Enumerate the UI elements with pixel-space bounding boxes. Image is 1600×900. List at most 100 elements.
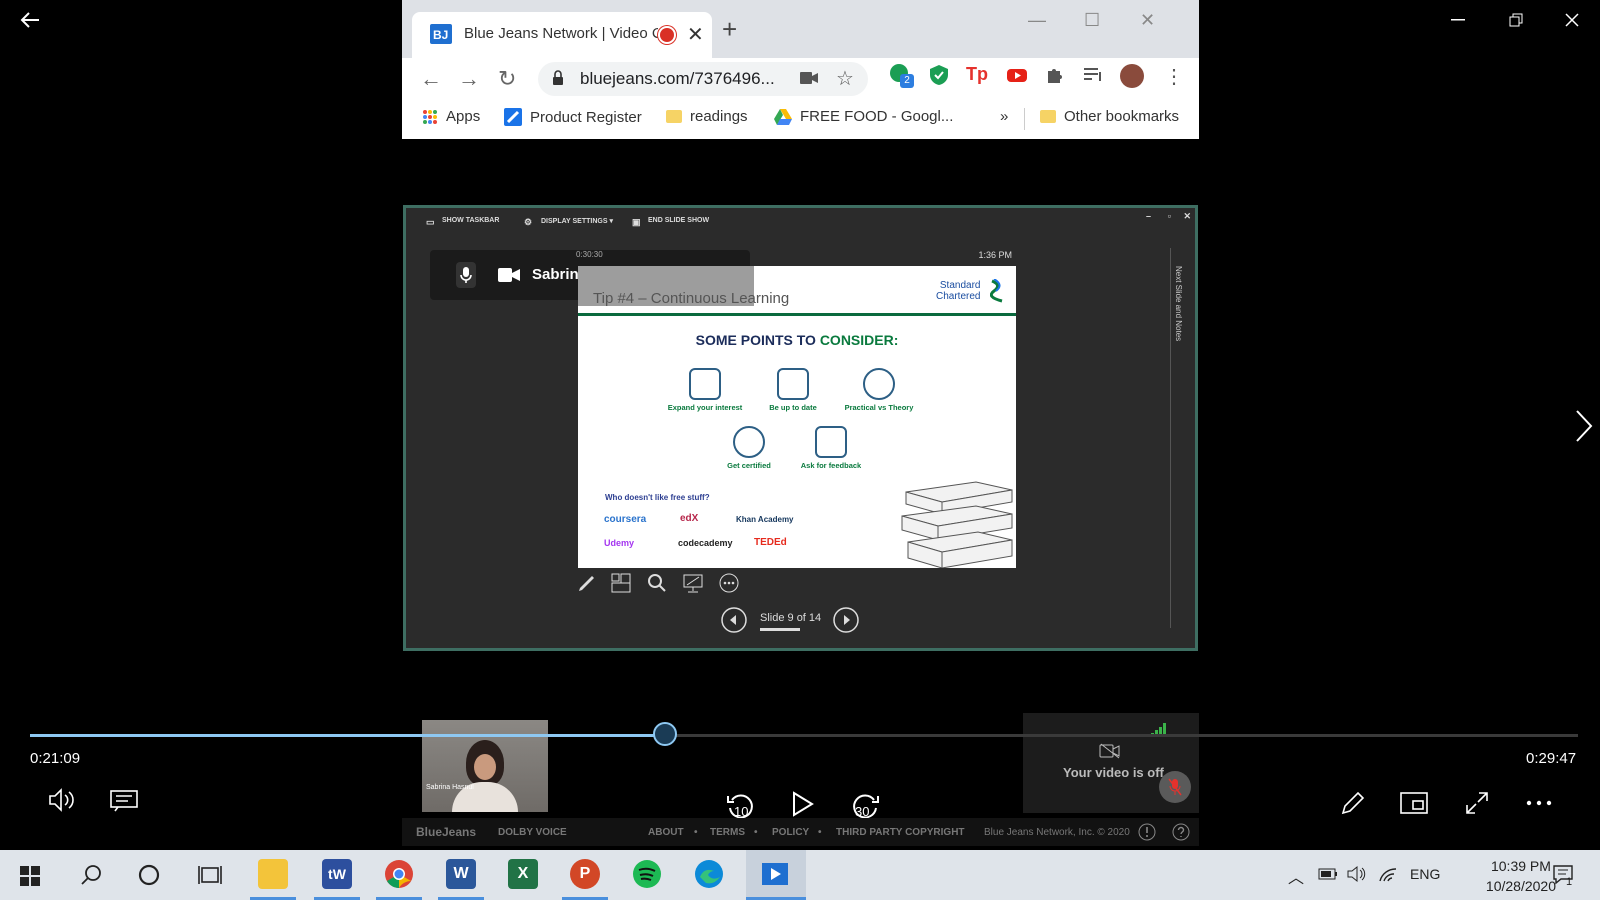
slide-tip-title: Tip #4 – Continuous Learning — [593, 290, 790, 307]
bookmarks-bar: Apps Product Register readings FREE FOOD… — [402, 100, 1199, 139]
see-all-slides-icon[interactable] — [610, 572, 632, 594]
browser-menu-icon[interactable]: ⋮ — [1164, 64, 1186, 88]
youtube-extension-icon[interactable] — [1006, 64, 1028, 86]
dolby-voice-logo: DOLBY VOICE — [498, 827, 567, 838]
restore-icon — [1509, 13, 1523, 27]
new-tab-button[interactable]: + — [722, 14, 737, 45]
restore-button[interactable] — [1496, 8, 1536, 32]
product-register-icon — [504, 108, 522, 126]
presenter-toolbar: SHOW TASKBAR DISPLAY SETTINGS ▾ END SLID… — [406, 208, 1195, 234]
current-slide: Tip #4 – Continuous Learning Standard Ch… — [578, 266, 1016, 568]
screen-icon[interactable] — [682, 572, 704, 594]
address-bar[interactable]: bluejeans.com/7376496... ☆ — [538, 62, 868, 96]
footer-link-copyright[interactable]: THIRD PARTY COPYRIGHT — [836, 827, 965, 838]
browser-minimize-icon[interactable]: — — [1028, 10, 1046, 31]
movies-tv-app-icon[interactable] — [760, 859, 790, 889]
shield-extension-icon[interactable] — [928, 64, 950, 86]
back-arrow-icon — [20, 12, 39, 28]
browser-tab[interactable]: BJ Blue Jeans Network | Video C ✕ — [412, 12, 712, 58]
more-icon[interactable] — [1526, 800, 1552, 806]
captions-icon[interactable] — [110, 790, 138, 812]
volume-icon[interactable] — [48, 788, 76, 812]
tp-extension-icon[interactable]: Tp — [966, 64, 988, 86]
seek-bar-handle[interactable] — [652, 722, 677, 746]
bookmark-free-food[interactable]: FREE FOOD - Googl... — [774, 108, 953, 125]
battery-icon[interactable] — [1318, 868, 1338, 880]
powerpoint-icon[interactable]: P — [570, 859, 600, 889]
footer-separator: • — [754, 827, 758, 838]
edge-icon[interactable] — [694, 859, 724, 889]
bookmark-star-icon[interactable]: ☆ — [836, 66, 854, 91]
slide-divider — [578, 313, 1016, 316]
video-camera-icon — [498, 268, 520, 282]
point-up-to-date: Be up to date — [750, 368, 836, 412]
browser-forward-icon[interactable]: → — [458, 66, 480, 92]
participant-name: Sabrina Hasnul — [426, 784, 474, 791]
bookmark-product-register[interactable]: Product Register — [504, 108, 642, 126]
play-icon[interactable] — [792, 791, 814, 817]
footer-link-about[interactable]: ABOUT — [648, 827, 684, 838]
ted-ed-logo: TEDEd — [754, 537, 787, 548]
minimize-button[interactable] — [1438, 8, 1478, 32]
excel-icon[interactable]: X — [508, 859, 538, 889]
coursera-logo: coursera — [604, 514, 647, 525]
bookmark-apps[interactable]: Apps — [422, 108, 480, 125]
pen-tool-icon[interactable] — [576, 572, 598, 594]
end-slideshow-button[interactable]: END SLIDE SHOW — [648, 217, 709, 224]
more-options-icon[interactable] — [718, 572, 740, 594]
help-icon[interactable] — [1172, 823, 1190, 841]
elapsed-time: 0:21:09 — [30, 750, 81, 767]
reload-icon[interactable]: ↻ — [498, 66, 516, 92]
chevron-right-icon[interactable] — [1574, 408, 1594, 444]
word-icon[interactable]: W — [446, 859, 476, 889]
speaker-icon[interactable] — [1346, 865, 1366, 883]
next-slide-icon[interactable] — [832, 606, 860, 634]
profile-avatar[interactable] — [1120, 64, 1144, 88]
browser-maximize-icon[interactable]: ☐ — [1084, 10, 1100, 31]
close-window-button[interactable] — [1552, 8, 1592, 32]
task-view-icon[interactable] — [198, 864, 222, 886]
show-taskbar-button[interactable]: SHOW TASKBAR — [442, 217, 499, 224]
windows-start-icon[interactable] — [20, 866, 40, 886]
screen-minimize-icon[interactable]: – — [1146, 211, 1151, 221]
puzzle-extensions-icon[interactable] — [1044, 64, 1066, 86]
fullscreen-icon[interactable] — [1464, 790, 1490, 816]
zoom-icon[interactable] — [646, 572, 668, 594]
cortana-icon[interactable] — [138, 864, 160, 886]
browser-back-icon[interactable]: ← — [420, 66, 442, 92]
bookmark-other-bookmarks[interactable]: Other bookmarks — [1040, 108, 1179, 125]
footer-link-terms[interactable]: TERMS — [710, 827, 745, 838]
previous-slide-icon[interactable] — [720, 606, 748, 634]
browser-close-icon[interactable]: ✕ — [1140, 10, 1155, 31]
extension-green-icon[interactable]: 2 — [890, 64, 914, 88]
info-icon[interactable] — [1138, 823, 1156, 841]
teamworks-icon[interactable]: tW — [322, 859, 352, 889]
tab-close-icon[interactable]: ✕ — [687, 22, 704, 47]
camera-icon[interactable] — [800, 72, 818, 84]
chevron-up-icon[interactable]: ︿ — [1288, 864, 1304, 888]
svg-text:BJ: BJ — [433, 28, 448, 42]
screen-restore-icon[interactable]: ▫ — [1168, 211, 1171, 221]
interests-icon — [689, 368, 721, 400]
media-queue-icon[interactable] — [1082, 64, 1104, 86]
display-settings-button[interactable]: DISPLAY SETTINGS ▾ — [541, 217, 613, 225]
language-indicator[interactable]: ENG — [1410, 866, 1440, 882]
wifi-icon[interactable] — [1378, 865, 1398, 883]
more-bookmarks-button[interactable]: » — [1000, 108, 1008, 125]
footer-link-policy[interactable]: POLICY — [772, 827, 809, 838]
folder-icon — [666, 110, 682, 123]
point-ask-feedback: Ask for feedback — [788, 426, 874, 470]
pen-edit-icon[interactable] — [1340, 790, 1366, 816]
mute-button[interactable] — [1159, 771, 1191, 803]
muted-microphone-icon — [1168, 778, 1182, 796]
system-clock[interactable]: 10:39 PM 10/28/2020 — [1486, 856, 1556, 896]
screen-close-icon[interactable]: ✕ — [1183, 211, 1191, 222]
bookmark-readings[interactable]: readings — [666, 108, 748, 125]
picture-in-picture-icon[interactable] — [1400, 792, 1428, 814]
back-arrow-button[interactable] — [10, 8, 50, 32]
chrome-icon[interactable] — [384, 859, 414, 889]
udemy-logo: Udemy — [604, 538, 635, 548]
file-explorer-icon[interactable] — [258, 859, 288, 889]
spotify-icon[interactable] — [632, 859, 662, 889]
search-icon[interactable] — [80, 864, 102, 886]
